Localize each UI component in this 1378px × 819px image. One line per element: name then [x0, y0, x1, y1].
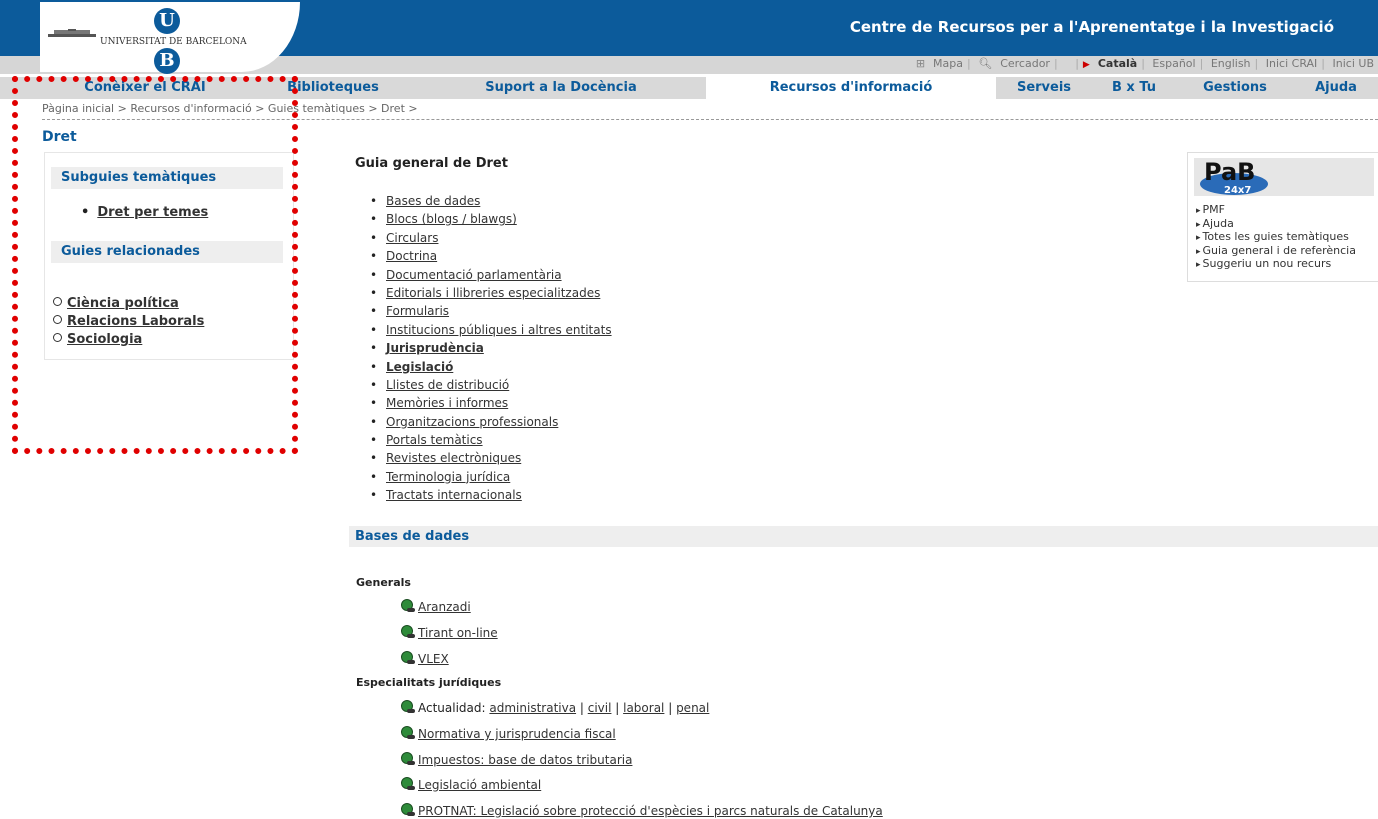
- resource-link[interactable]: PROTNAT: Legislació sobre protecció d'es…: [400, 803, 883, 818]
- category-heading: Generals: [356, 576, 411, 589]
- nav-item-recursos[interactable]: Recursos d'informació: [706, 77, 996, 99]
- resource-link[interactable]: VLEX: [400, 651, 449, 666]
- globe-link-icon: [401, 651, 415, 664]
- actualidad-link[interactable]: penal: [676, 701, 709, 715]
- toc-item[interactable]: Blocs (blogs / blawgs): [370, 210, 612, 228]
- resource-link[interactable]: Impuestos: base de datos tributaria: [400, 752, 632, 767]
- svg-text:PaB: PaB: [1204, 158, 1255, 186]
- nav-item-serveis[interactable]: Serveis: [996, 77, 1092, 99]
- right-link[interactable]: Ajuda: [1196, 217, 1356, 232]
- lang-catala[interactable]: Català: [1094, 57, 1141, 70]
- inici-crai-link[interactable]: Inici CRAI: [1262, 57, 1322, 70]
- toc-item[interactable]: Bases de dades: [370, 192, 612, 210]
- cercador-link[interactable]: Cercador: [996, 57, 1054, 70]
- highlight-annotation: [12, 76, 298, 454]
- toc-item[interactable]: Tractats internacionals: [370, 486, 612, 504]
- sitemap-icon[interactable]: ⊞: [912, 57, 929, 70]
- resource-link[interactable]: Normativa y jurisprudencia fiscal: [400, 726, 616, 741]
- actualidad-link[interactable]: administrativa: [489, 701, 576, 715]
- toc-item[interactable]: Portals temàtics: [370, 431, 612, 449]
- lang-espanol[interactable]: Español: [1148, 57, 1199, 70]
- section-heading: Bases de dades: [349, 526, 1378, 547]
- toc-item[interactable]: Llistes de distribució: [370, 376, 612, 394]
- right-link[interactable]: Guia general i de referència: [1196, 244, 1356, 259]
- lang-english[interactable]: English: [1207, 57, 1255, 70]
- globe-link-icon: [401, 700, 415, 713]
- resource-link[interactable]: Aranzadi: [400, 599, 471, 614]
- right-link[interactable]: Totes les guies temàtiques: [1196, 231, 1356, 245]
- globe-link-icon: [401, 777, 415, 790]
- globe-link-icon: [401, 726, 415, 739]
- nav-item-bxtu[interactable]: B x Tu: [1092, 77, 1176, 99]
- globe-link-icon: [401, 625, 415, 638]
- toc-item[interactable]: Memòries i informes: [370, 394, 612, 412]
- right-panel: PaB 24x7 PMF Ajuda Totes les guies temàt…: [1187, 152, 1378, 282]
- pab-logo-icon: PaB 24x7: [1200, 158, 1268, 196]
- nav-item-docencia[interactable]: Suport a la Docència: [416, 77, 706, 99]
- toc-item[interactable]: Terminologia jurídica: [370, 468, 612, 486]
- guide-title: Guia general de Dret: [355, 156, 508, 171]
- globe-link-icon: [401, 752, 415, 765]
- toc-item[interactable]: Formularis: [370, 302, 612, 320]
- ub-logo[interactable]: UNIVERSITAT DE BARCELONA U B: [40, 2, 300, 74]
- toc-item[interactable]: Revistes electròniques: [370, 449, 612, 467]
- university-name: UNIVERSITAT DE BARCELONA: [100, 37, 247, 47]
- toc-item[interactable]: Institucions públiques i altres entitats: [370, 321, 612, 339]
- toc-item[interactable]: Documentació parlamentària: [370, 266, 612, 284]
- nav-item-ajuda[interactable]: Ajuda: [1294, 77, 1378, 99]
- pab-banner[interactable]: PaB 24x7: [1194, 158, 1374, 196]
- resource-link: Actualidad: administrativa | civil | lab…: [400, 700, 709, 715]
- top-links: ⊞ Mapa | 🔍︎ Cercador | | ▶ Català | Español | En…: [912, 57, 1378, 73]
- header: UNIVERSITAT DE BARCELONA U B Centre de R…: [0, 0, 1378, 74]
- nav-item-gestions[interactable]: Gestions: [1176, 77, 1294, 99]
- toc-item[interactable]: Editorials i llibreries especialitzades: [370, 284, 612, 302]
- right-link[interactable]: PMF: [1196, 204, 1356, 218]
- actualidad-link[interactable]: laboral: [623, 701, 664, 715]
- toc-item[interactable]: Circulars: [370, 229, 612, 247]
- toc-list: Bases de dades Blocs (blogs / blawgs) Ci…: [370, 192, 612, 505]
- resource-link[interactable]: Tirant on-line: [400, 625, 498, 640]
- svg-text:24x7: 24x7: [1224, 185, 1251, 196]
- inici-ub-link[interactable]: Inici UB: [1329, 57, 1378, 70]
- toc-item[interactable]: Doctrina: [370, 247, 612, 265]
- globe-link-icon: [401, 599, 415, 612]
- right-links: PMF Ajuda Totes les guies temàtiques Gui…: [1196, 204, 1356, 272]
- search-icon[interactable]: 🔍︎: [974, 57, 996, 70]
- toc-item[interactable]: Legislació: [370, 358, 612, 376]
- logo-u: U: [154, 8, 180, 34]
- actualidad-link[interactable]: civil: [588, 701, 612, 715]
- logo-b: B: [154, 48, 180, 74]
- mapa-link[interactable]: Mapa: [929, 57, 967, 70]
- building-icon: [48, 29, 96, 37]
- site-title: Centre de Recursos per a l'Aprenentatge …: [849, 18, 1334, 36]
- category-heading: Especialitats jurídiques: [356, 676, 502, 689]
- arrow-icon: ▶: [1082, 60, 1090, 70]
- toc-item[interactable]: Organitzacions professionals: [370, 413, 612, 431]
- resource-link[interactable]: Legislació ambiental: [400, 777, 541, 792]
- toc-item[interactable]: Jurisprudència: [370, 339, 612, 357]
- right-link[interactable]: Suggeriu un nou recurs: [1196, 258, 1356, 272]
- globe-link-icon: [401, 803, 415, 816]
